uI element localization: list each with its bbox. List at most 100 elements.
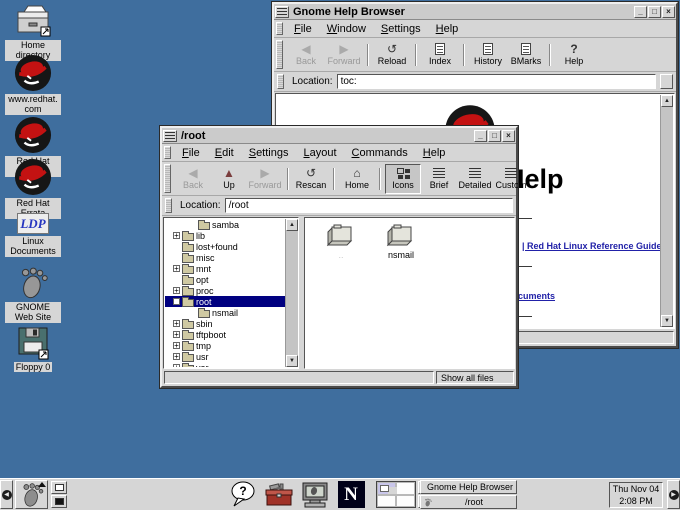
panel-hide-left-button[interactable]: ◀ [0,480,13,509]
menu-file[interactable]: File [287,22,320,36]
location-input[interactable]: /root [225,198,513,213]
bmarks-button[interactable]: BMarks [507,40,545,70]
desktop-icon-gnome-web-site[interactable]: GNOME Web Site [4,266,62,323]
scroll-up-icon[interactable]: ▲ [286,219,298,231]
maximize-button[interactable]: □ [488,130,501,142]
menu-settings[interactable]: Settings [374,22,429,36]
close-button[interactable]: × [662,6,675,18]
menu-edit[interactable]: Edit [208,146,242,160]
scroll-up-icon[interactable]: ▲ [661,95,673,107]
tree-item[interactable]: nsmail [165,307,285,318]
toolbar-grip[interactable] [276,40,283,69]
window-menu-icon[interactable] [163,130,177,142]
icons-view-button[interactable]: Icons [385,164,421,194]
pager-workspace-1[interactable] [377,482,396,495]
help-launcher[interactable]: ? [228,481,258,509]
fm-titlebar[interactable]: /root _ □ × [162,128,516,144]
expander-icon[interactable]: - [173,298,180,305]
back-button[interactable]: ◀ Back [175,164,211,194]
tree-item[interactable]: +tmp [165,340,285,351]
help-titlebar[interactable]: Gnome Help Browser _ □ × [274,4,676,20]
file-item[interactable]: nsmail [373,223,429,260]
tree-vertical-scrollbar[interactable]: ▲ ▼ [285,219,298,367]
tree-item[interactable]: opt [165,274,285,285]
expander-icon[interactable]: + [173,353,180,360]
home-button[interactable]: ⌂ Home [339,164,375,194]
custom-view-button[interactable]: Custom [493,164,529,194]
menu-commands[interactable]: Commands [345,146,416,160]
menu-help[interactable]: Help [416,146,454,160]
menubar-grip[interactable] [164,146,171,159]
index-button[interactable]: Index [421,40,459,70]
menu-file[interactable]: File [175,146,208,160]
location-grip[interactable] [165,198,172,213]
desktop-icon-www-redhat-com[interactable]: www.redhat.com [4,54,62,115]
file-item[interactable]: .. [313,223,369,260]
mini-terminal-launcher[interactable] [51,495,67,508]
file-icon-panel[interactable]: .. nsmail [304,217,515,369]
expander-icon[interactable]: + [173,265,180,272]
tree-item[interactable]: +usr [165,351,285,362]
up-button[interactable]: ▲ Up [211,164,247,194]
netscape-launcher[interactable]: N [336,481,366,509]
location-input[interactable]: toc: [337,74,656,89]
forward-button[interactable]: ▶ Forward [247,164,283,194]
expander-icon[interactable]: + [173,364,180,367]
rescan-button[interactable]: ↺ Rescan [293,164,329,194]
menubar-grip[interactable] [276,22,283,35]
back-button[interactable]: ◀ Back [287,40,325,70]
main-menu-button[interactable] [15,480,48,509]
tree-item-selected[interactable]: -root [165,296,285,307]
tree-item[interactable]: samba [165,219,285,230]
expander-icon[interactable]: + [173,232,180,239]
menu-settings[interactable]: Settings [242,146,297,160]
minimize-button[interactable]: _ [634,6,647,18]
window-menu-icon[interactable] [275,6,289,18]
desktop-icon-linux-documents[interactable]: LDP Linux Documents [4,213,62,257]
tree-item[interactable]: +mnt [165,263,285,274]
tree-item[interactable]: +var [165,362,285,367]
desktop-icon-red-hat-errata[interactable]: Red Hat Errata [4,158,62,219]
expander-icon[interactable]: + [173,287,180,294]
tree-item[interactable]: lost+found [165,241,285,252]
maximize-button[interactable]: □ [648,6,661,18]
link-reference-guide[interactable]: | Red Hat Linux Reference Guide [522,241,662,251]
desktop-icon-floppy-0[interactable]: Floppy 0 [4,326,62,372]
menu-help[interactable]: Help [429,22,467,36]
panel-hide-right-button[interactable]: ▶ [667,480,680,509]
tree-item[interactable]: misc [165,252,285,263]
location-grip[interactable] [277,74,284,89]
reload-button[interactable]: ↺ Reload [373,40,411,70]
location-extra-button[interactable] [660,74,673,89]
tree-item[interactable]: +lib [165,230,285,241]
brief-view-button[interactable]: Brief [421,164,457,194]
expander-icon[interactable]: + [173,342,180,349]
pager-workspace-4[interactable] [396,495,415,508]
help-button[interactable]: ? Help [555,40,593,70]
toolbar-grip[interactable] [164,164,171,193]
expander-icon[interactable]: + [173,320,180,327]
menu-layout[interactable]: Layout [296,146,344,160]
pager-workspace-2[interactable] [396,482,415,495]
task-button-root[interactable]: /root [420,495,517,509]
desktop-icon-home-directory[interactable]: Home directory [4,4,62,61]
minimize-button[interactable]: _ [474,130,487,142]
history-button[interactable]: History [469,40,507,70]
expander-icon[interactable]: + [173,331,180,338]
close-button[interactable]: × [502,130,515,142]
task-button-help-browser[interactable]: Gnome Help Browser [420,480,517,494]
terminal-launcher[interactable] [300,481,330,509]
forward-button[interactable]: ▶ Forward [325,40,363,70]
help-vertical-scrollbar[interactable]: ▲ ▼ [660,95,673,327]
detailed-view-button[interactable]: Detailed [457,164,493,194]
tree-item[interactable]: +proc [165,285,285,296]
pager-workspace-3[interactable] [377,495,396,508]
clock-applet[interactable]: Thu Nov 04 2:08 PM [609,482,663,508]
configuration-launcher[interactable] [264,481,294,509]
pager-grid[interactable] [376,481,416,508]
scroll-down-icon[interactable]: ▼ [661,315,673,327]
scroll-down-icon[interactable]: ▼ [286,355,298,367]
mini-screen-launcher[interactable] [51,481,67,494]
tree-item[interactable]: +tftpboot [165,329,285,340]
tree-item[interactable]: +sbin [165,318,285,329]
